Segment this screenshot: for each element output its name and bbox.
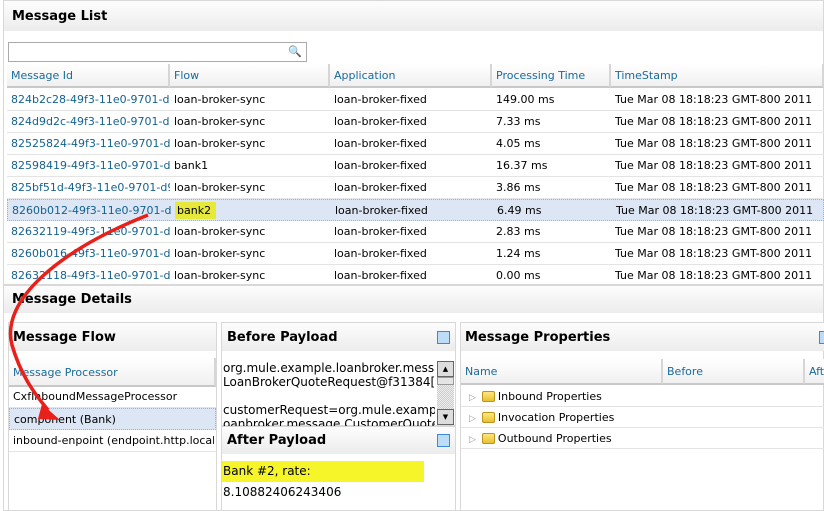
annotation-arrow <box>8 213 149 420</box>
arrow-head <box>38 404 60 420</box>
arrow-line <box>8 213 149 412</box>
